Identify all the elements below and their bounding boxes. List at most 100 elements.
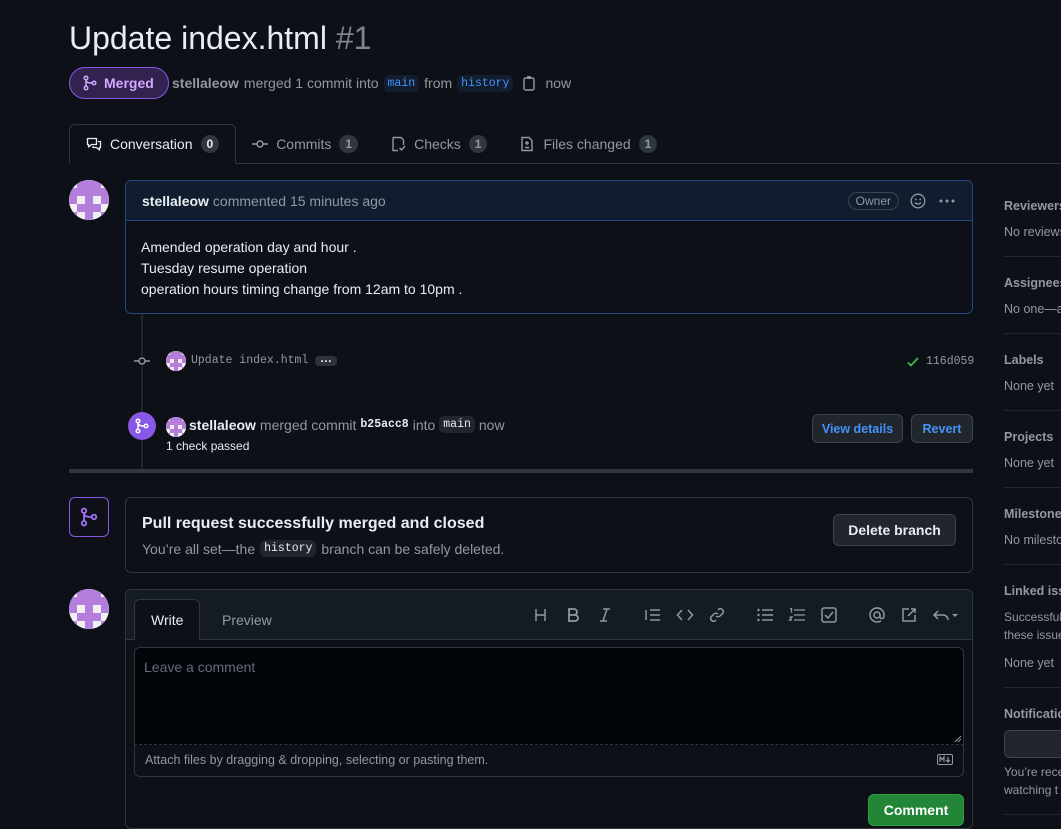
pr-meta: stellaleow merged 1 commit into main fro… — [172, 73, 571, 93]
sidebar-notifications-text: watching t — [1004, 783, 1059, 797]
base-branch[interactable]: main — [383, 74, 420, 92]
timeline-end-divider — [69, 469, 973, 473]
editor-toolbar: Write Preview — [126, 590, 972, 640]
tab-label: Conversation — [110, 136, 193, 152]
sidebar-divider — [1004, 487, 1061, 488]
git-merge-icon — [82, 75, 98, 91]
sidebar-notifications-text: You’re rece — [1004, 765, 1061, 779]
copy-icon[interactable] — [522, 75, 536, 91]
code-icon[interactable] — [676, 606, 694, 624]
attach-files-bar[interactable]: Attach files by dragging & dropping, sel… — [134, 745, 964, 777]
tab-preview[interactable]: Preview — [206, 599, 288, 640]
merged-text-before: You’re all set—the — [142, 540, 256, 557]
tab-conversation[interactable]: Conversation 0 — [69, 124, 237, 164]
link-icon[interactable] — [708, 606, 726, 624]
cross-reference-icon[interactable] — [900, 606, 918, 624]
sidebar-milestone-heading[interactable]: Milestone — [1004, 507, 1061, 521]
reply-icon[interactable] — [932, 606, 960, 624]
tab-write[interactable]: Write — [134, 599, 201, 640]
view-details-button[interactable]: View details — [812, 414, 903, 443]
comment-textarea[interactable]: Leave a comment — [134, 647, 964, 745]
head-branch[interactable]: history — [457, 74, 514, 92]
comment-editor: Write Preview Leave a comment Attach fil… — [125, 589, 973, 829]
checks-passed-link[interactable]: 1 check passed — [166, 439, 249, 453]
comment-line: Tuesday resume operation — [141, 260, 308, 276]
pr-number: #1 — [335, 20, 372, 56]
sidebar-milestone-value: No milesto — [1004, 533, 1061, 547]
attach-files-text: Attach files by dragging & dropping, sel… — [145, 753, 489, 767]
revert-button[interactable]: Revert — [911, 414, 973, 443]
commit-message-link[interactable]: Update index.html — [191, 354, 308, 367]
quote-icon[interactable] — [644, 606, 662, 624]
merge-commit-sha[interactable]: b25acc8 — [360, 418, 408, 431]
comment-box: stellaleow commented 15 minutes ago Owne… — [125, 180, 973, 314]
comment-author[interactable]: stellaleow — [142, 193, 209, 209]
sidebar-linked-value: None yet — [1004, 656, 1055, 670]
tab-commits[interactable]: Commits 1 — [236, 124, 374, 164]
subscribe-button[interactable] — [1004, 730, 1061, 758]
avatar[interactable] — [69, 589, 109, 629]
comment-header: stellaleow commented 15 minutes ago Owne… — [126, 181, 972, 221]
sidebar-reviewers-heading[interactable]: Reviewers — [1004, 199, 1061, 213]
comment-time: commented 15 minutes ago — [212, 192, 386, 209]
merged-state-badge: Merged — [69, 67, 169, 99]
git-commit-icon — [134, 353, 150, 369]
tab-label: Commits — [276, 136, 332, 152]
merge-author-link[interactable]: stellaleow — [189, 417, 256, 433]
tab-files-changed[interactable]: Files changed 1 — [503, 124, 673, 164]
merge-branch[interactable]: main — [439, 416, 475, 433]
merged-subtext: You’re all set—the history branch can be… — [142, 540, 504, 557]
sidebar-projects-heading[interactable]: Projects — [1004, 430, 1053, 444]
merged-title: Pull request successfully merged and clo… — [142, 515, 485, 532]
tasklist-icon[interactable] — [820, 606, 838, 624]
commit-author-avatar[interactable] — [166, 351, 186, 371]
heading-icon[interactable] — [532, 606, 550, 624]
merge-action: merged commit — [259, 416, 357, 433]
mention-icon[interactable] — [868, 606, 886, 624]
smiley-icon[interactable] — [910, 193, 926, 209]
tab-label: Checks — [414, 136, 461, 152]
sidebar-divider — [1004, 814, 1061, 815]
sidebar-assignees-heading[interactable]: Assignees — [1004, 276, 1061, 290]
from-text: from — [424, 75, 453, 91]
merged-text: merged 1 commit into — [243, 75, 379, 91]
delete-branch-button[interactable]: Delete branch — [833, 514, 956, 546]
comment-discussion-icon — [86, 136, 102, 152]
markdown-icon[interactable] — [937, 754, 953, 765]
tab-label: Files changed — [543, 136, 631, 152]
commit-sha[interactable]: 116d059 — [926, 355, 974, 368]
unordered-list-icon[interactable] — [756, 606, 774, 624]
sidebar-divider — [1004, 333, 1061, 334]
textarea-placeholder: Leave a comment — [144, 659, 256, 675]
sidebar-labels-heading[interactable]: Labels — [1004, 353, 1044, 367]
avatar[interactable] — [69, 180, 109, 220]
sidebar-assignees-value: No one—a — [1004, 302, 1061, 316]
italic-icon[interactable] — [596, 606, 614, 624]
kebab-horizontal-icon[interactable] — [938, 193, 956, 209]
tab-counter: 0 — [200, 135, 220, 153]
comment-body: Amended operation day and hour . Tuesday… — [126, 221, 972, 316]
resize-handle[interactable] — [954, 735, 962, 743]
merge-event-text: stellaleow merged commit b25acc8 into ma… — [189, 416, 505, 433]
tab-checks[interactable]: Checks 1 — [374, 124, 503, 164]
check-icon[interactable] — [906, 355, 920, 369]
merged-time: now — [545, 75, 572, 91]
sidebar-divider — [1004, 410, 1061, 411]
sidebar-divider — [1004, 256, 1061, 257]
page-title: Update index.html #1 — [69, 20, 371, 57]
merger-avatar[interactable] — [166, 417, 186, 437]
tabs-divider — [236, 163, 1061, 164]
comment-button[interactable]: Comment — [868, 794, 964, 826]
sidebar-linked-issues-heading[interactable]: Linked issu — [1004, 584, 1061, 598]
pr-tabs: Conversation 0 Commits 1 Checks 1 Files … — [69, 124, 673, 164]
git-commit-icon — [252, 136, 269, 152]
checklist-icon — [390, 136, 406, 152]
deletable-branch[interactable]: history — [260, 540, 317, 557]
ordered-list-icon[interactable] — [788, 606, 806, 624]
commit-expand-button[interactable]: … — [315, 352, 337, 366]
merged-status-box: Pull request successfully merged and clo… — [125, 497, 973, 573]
pr-author-link[interactable]: stellaleow — [172, 75, 239, 91]
git-merge-icon — [128, 412, 156, 440]
timeline-line — [141, 314, 143, 470]
bold-icon[interactable] — [564, 606, 582, 624]
